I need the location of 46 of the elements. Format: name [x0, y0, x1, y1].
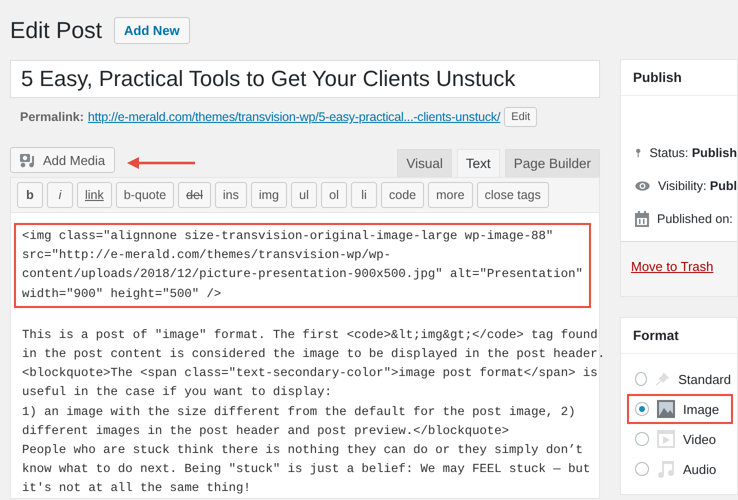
post-text: This is a post of "image" format. The first <code>&lt;img&gt;</code> tag found in the post content is considered the image to be displayed in the post header. <blockquote>The <span class="text-secondary-color">image post format</span> is useful in the case if you want to display: 1) an image with the size different from the default for the post image, 2) different images in the post header and post preview.</blockquote> People who are stuck think there is nothing they can do or they simply don’t know what to do next. Being "stuck" is just a belief: We may FEEL stuck — but it's not at all the same thing!: [21, 326, 606, 498]
permalink-label: Permalink:: [20, 110, 84, 124]
publish-info: Status: Publish: [649, 146, 737, 160]
editor-tab[interactable]: Visual: [397, 149, 452, 177]
editor-tab[interactable]: Page Builder: [504, 149, 600, 177]
publish-info: Visibility: Publ: [658, 178, 737, 192]
format-button[interactable]: img: [250, 182, 287, 208]
format-button[interactable]: ul: [291, 182, 317, 208]
format-button[interactable]: del: [178, 182, 211, 208]
add-new-button[interactable]: Add New: [114, 16, 190, 44]
permalink-link[interactable]: http://e-merald.com/themes/transvision-wp/5-easy-practical...-clients-unstuck/: [88, 110, 500, 124]
page-title: Edit Post: [10, 16, 102, 44]
format-button[interactable]: b: [17, 182, 43, 208]
media-icon: [20, 152, 37, 168]
format-option[interactable]: Video: [627, 424, 733, 454]
title-field[interactable]: 5 Easy, Practical Tools to Get Your Clients Unstuck: [10, 60, 600, 98]
eye-icon: [635, 180, 650, 192]
format-button[interactable]: more: [428, 182, 473, 208]
radio-button[interactable]: [635, 432, 649, 446]
radio-button[interactable]: [635, 372, 648, 386]
format-button[interactable]: close tags: [476, 182, 549, 208]
format-button[interactable]: code: [381, 182, 424, 208]
radio-button[interactable]: [635, 462, 649, 476]
music-note-icon: [657, 460, 675, 478]
edit-button[interactable]: Edit: [504, 107, 538, 127]
calendar-icon: [635, 210, 649, 226]
format-button[interactable]: link: [77, 182, 112, 208]
format-button[interactable]: li: [351, 182, 377, 208]
pin-icon: [655, 370, 670, 388]
panel-title: Format: [621, 318, 737, 354]
format-option[interactable]: Standard: [627, 364, 733, 394]
radio-button[interactable]: [635, 402, 649, 416]
format-option[interactable]: Audio: [627, 454, 733, 484]
format-button[interactable]: ol: [321, 182, 347, 208]
format-button[interactable]: b-quote: [116, 182, 174, 208]
highlighted-format-option[interactable]: Image: [627, 394, 733, 424]
trash-link[interactable]: Move to Trash: [631, 259, 714, 274]
panel-title: Publish: [621, 60, 737, 96]
highlighted-code: <img class="alignnone size-transvision-original-image-large wp-image-88" src="http://e-merald.com/themes/transvision-wp/wp- content/uploads/2018/12/picture-presentation-900x500.jpg" alt="Presentation" width="900" height="500" />: [14, 223, 591, 308]
add-media-button[interactable]: Add Media: [10, 147, 116, 173]
format-button[interactable]: i: [47, 182, 73, 208]
video-icon: [657, 430, 675, 448]
format-button[interactable]: ins: [214, 182, 247, 208]
publish-info: Published on:: [657, 212, 733, 226]
image-icon: [657, 400, 675, 418]
editor-tab[interactable]: Text: [456, 149, 500, 177]
